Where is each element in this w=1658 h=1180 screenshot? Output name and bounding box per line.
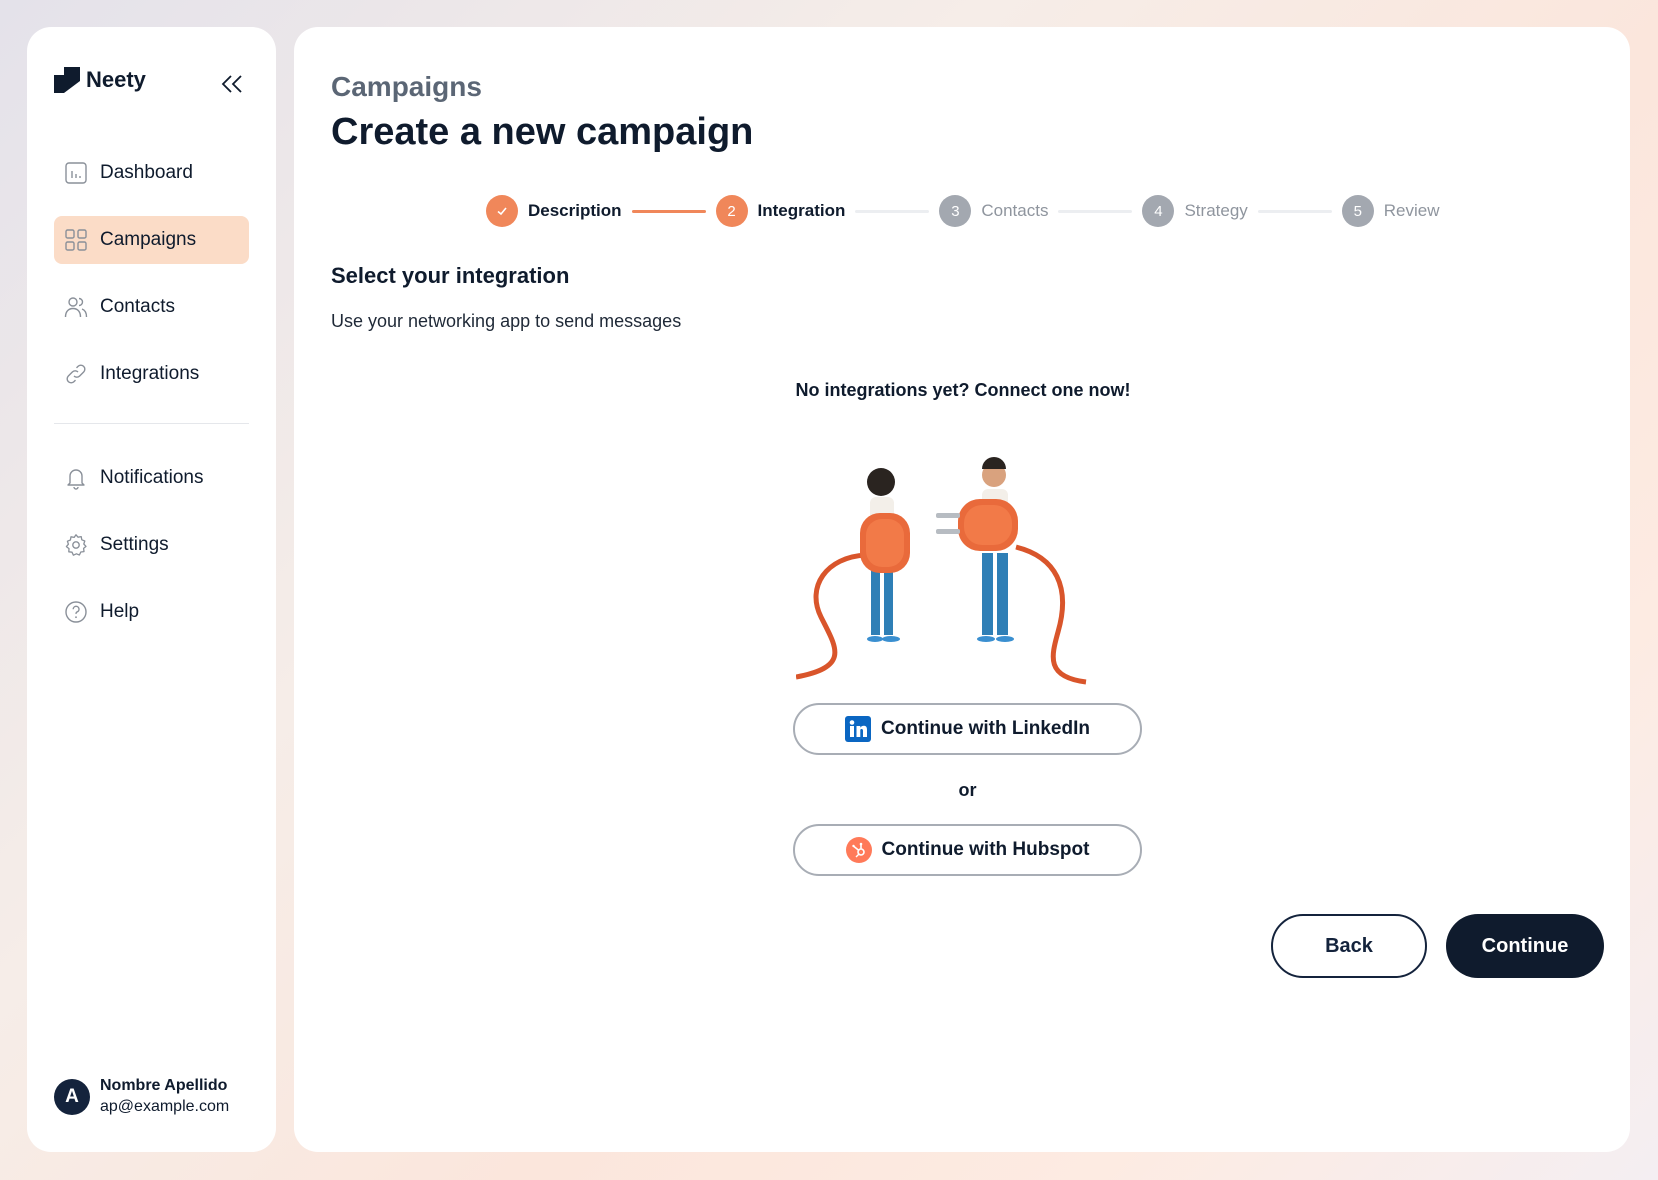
- check-icon: [497, 207, 507, 216]
- bell-icon: [67, 469, 85, 490]
- linkedin-icon: [845, 716, 871, 742]
- stepper: Description 2 Integration 3 Contacts 4 S…: [486, 194, 1440, 228]
- sidebar-item-integrations[interactable]: Integrations: [54, 350, 249, 398]
- back-button[interactable]: Back: [1271, 914, 1427, 978]
- sidebar-item-label: Contacts: [100, 296, 175, 317]
- sidebar-item-label: Dashboard: [100, 162, 193, 183]
- sidebar-nav: Dashboard Campaigns Contacts Integration…: [54, 149, 249, 417]
- hubspot-icon: [845, 837, 872, 863]
- step-integration[interactable]: 2 Integration: [715, 195, 846, 227]
- sidebar-item-label: Integrations: [100, 363, 200, 384]
- step-number: 3: [939, 195, 972, 227]
- link-icon: [66, 364, 86, 384]
- step-label: Contacts: [981, 201, 1049, 220]
- sidebar-secondary-nav: Notifications Settings Help: [54, 454, 249, 655]
- sidebar-item-campaigns[interactable]: Campaigns: [54, 216, 249, 264]
- section-subtitle: Use your networking app to send messages: [331, 311, 682, 331]
- users-icon: [64, 297, 88, 318]
- step-strategy[interactable]: 4 Strategy: [1142, 195, 1248, 227]
- continue-with-hubspot-button[interactable]: Continue with Hubspot: [793, 824, 1142, 876]
- breadcrumb[interactable]: Campaigns: [331, 71, 482, 103]
- sidebar-item-label: Settings: [100, 534, 169, 555]
- page-title: Create a new campaign: [331, 111, 754, 153]
- collapse-sidebar-button[interactable]: [217, 69, 247, 99]
- continue-with-linkedin-button[interactable]: Continue with LinkedIn: [793, 703, 1142, 755]
- sidebar-item-help[interactable]: Help: [54, 588, 249, 636]
- step-review[interactable]: 5 Review: [1341, 195, 1440, 227]
- step-connector: [631, 209, 706, 213]
- brand[interactable]: Neety: [54, 67, 146, 93]
- step-complete-indicator: [486, 195, 518, 227]
- or-divider: or: [958, 780, 977, 800]
- sidebar-item-notifications[interactable]: Notifications: [54, 454, 249, 502]
- step-description[interactable]: Description: [486, 195, 622, 227]
- sidebar-item-settings[interactable]: Settings: [54, 521, 249, 569]
- step-label: Review: [1383, 201, 1440, 220]
- linkedin-button-label: Continue with LinkedIn: [881, 718, 1090, 739]
- step-label: Description: [528, 201, 622, 220]
- step-label: Strategy: [1184, 201, 1248, 220]
- step-number: 2: [715, 195, 748, 227]
- help-circle-icon: [65, 601, 87, 623]
- chart-icon: [65, 162, 87, 184]
- sidebar-item-label: Campaigns: [100, 229, 197, 250]
- sidebar-divider: [54, 423, 249, 424]
- step-number: 4: [1142, 195, 1175, 227]
- user-email: ap@example.com: [100, 1098, 230, 1115]
- user-profile[interactable]: A Nombre Apellido ap@example.com: [54, 1077, 229, 1116]
- plug-connection-illustration: [796, 457, 1087, 685]
- section-title: Select your integration: [331, 263, 570, 288]
- user-name: Nombre Apellido: [100, 1077, 228, 1094]
- sidebar-item-label: Help: [100, 601, 140, 622]
- step-connector: [1257, 209, 1332, 213]
- step-contacts[interactable]: 3 Contacts: [939, 195, 1048, 227]
- sidebar-item-contacts[interactable]: Contacts: [54, 283, 249, 331]
- gear-icon: [65, 534, 87, 556]
- main-panel: Campaigns Create a new campaign Descript…: [294, 27, 1630, 1152]
- avatar: A: [54, 1078, 90, 1115]
- sidebar: Neety Dashboard Campaigns Contacts Integ…: [27, 27, 276, 1152]
- step-connector: [855, 209, 930, 213]
- sidebar-item-label: Notifications: [100, 467, 204, 488]
- brand-name: Neety: [86, 67, 146, 92]
- step-number: 5: [1341, 195, 1374, 227]
- hubspot-button-label: Continue with Hubspot: [881, 839, 1090, 860]
- grid-icon: [65, 229, 87, 251]
- step-connector: [1058, 209, 1133, 213]
- sidebar-item-dashboard[interactable]: Dashboard: [54, 149, 249, 197]
- continue-button[interactable]: Continue: [1446, 914, 1604, 978]
- step-label: Integration: [757, 201, 846, 220]
- neety-logo-icon: [54, 67, 80, 93]
- empty-state-title: No integrations yet? Connect one now!: [795, 380, 1131, 400]
- chevrons-left-icon: [221, 75, 242, 93]
